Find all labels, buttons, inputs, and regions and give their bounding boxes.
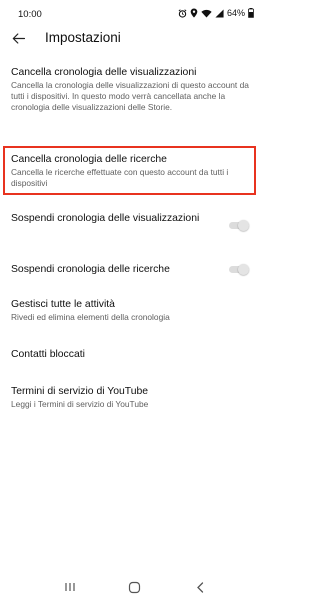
pause-search-history-toggle[interactable] <box>229 264 249 275</box>
setting-description: Leggi i Termini di servizio di YouTube <box>11 399 149 409</box>
setting-description: Rivedi ed elimina elementi della cronolo… <box>11 312 170 322</box>
app-bar: Impostazioni <box>0 28 270 52</box>
setting-youtube-terms[interactable]: Termini di servizio di YouTube Leggi i T… <box>11 385 251 410</box>
setting-title: Cancella cronologia delle ricerche <box>11 154 167 165</box>
battery-level: 64% <box>226 8 245 18</box>
setting-title: Sospendi cronologia delle ricerche <box>11 264 170 275</box>
setting-clear-search-history[interactable]: Cancella cronologia delle ricerche Cance… <box>11 153 251 189</box>
wifi-icon <box>201 9 212 18</box>
setting-manage-activity[interactable]: Gestisci tutte le attività Rivedi ed eli… <box>11 298 251 323</box>
setting-title: Contatti bloccati <box>11 349 85 360</box>
setting-pause-search-history[interactable]: Sospendi cronologia delle ricerche <box>11 263 211 276</box>
battery-icon <box>248 8 254 18</box>
status-time: 10:00 <box>18 9 42 20</box>
setting-description: Cancella le ricerche effettuate con ques… <box>11 167 229 188</box>
toggle-knob <box>238 264 249 275</box>
setting-description: Cancella la cronologia delle visualizzaz… <box>11 80 249 112</box>
setting-blocked-contacts[interactable]: Contatti bloccati <box>11 348 251 361</box>
alarm-icon <box>178 8 187 18</box>
back-icon[interactable] <box>188 577 212 597</box>
recent-apps-icon[interactable] <box>58 577 82 597</box>
location-icon <box>190 8 198 18</box>
arrow-left-icon[interactable] <box>8 28 28 48</box>
home-icon[interactable] <box>123 577 147 597</box>
signal-icon <box>215 8 224 18</box>
system-nav-bar <box>0 574 270 600</box>
status-bar: 10:00 64% <box>0 0 270 28</box>
setting-title: Cancella cronologia delle visualizzazion… <box>11 67 197 78</box>
setting-title: Sospendi cronologia delle visualizzazion… <box>11 213 200 224</box>
setting-title: Gestisci tutte le attività <box>11 299 115 310</box>
setting-clear-watch-history[interactable]: Cancella cronologia delle visualizzazion… <box>11 66 251 113</box>
setting-title: Termini di servizio di YouTube <box>11 386 149 397</box>
pause-watch-history-toggle[interactable] <box>229 220 249 231</box>
page-title: Impostazioni <box>45 30 121 45</box>
status-icons: 64% <box>178 8 254 18</box>
setting-pause-watch-history[interactable]: Sospendi cronologia delle visualizzazion… <box>11 212 201 225</box>
toggle-knob <box>238 220 249 231</box>
